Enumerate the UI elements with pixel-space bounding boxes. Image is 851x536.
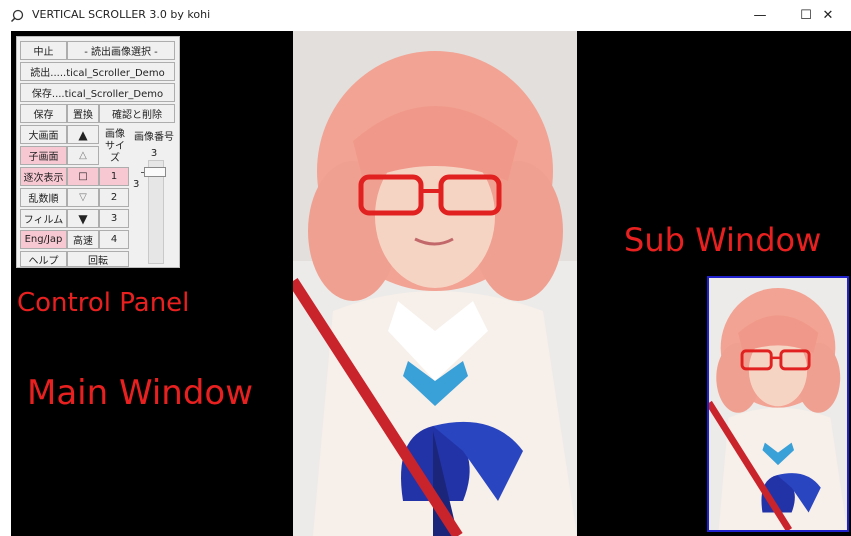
- title-bar: VERTICAL SCROLLER 3.0 by kohi — ☐ ✕: [0, 0, 851, 31]
- random-order-button[interactable]: 乱数順: [20, 188, 67, 207]
- sub-photo-illustration: [709, 278, 847, 530]
- minimize-button[interactable]: —: [737, 0, 783, 31]
- eng-jap-button[interactable]: Eng/Jap: [20, 230, 67, 249]
- confirm-delete-button[interactable]: 確認と削除: [99, 104, 175, 123]
- stop-button[interactable]: 中止: [20, 41, 67, 60]
- main-photo-illustration: [293, 31, 577, 536]
- scroll-down-fast-button[interactable]: ▼: [67, 209, 99, 228]
- replace-button[interactable]: 置換: [67, 104, 99, 123]
- size-4-button[interactable]: 4: [99, 230, 129, 249]
- help-button[interactable]: ヘルプ: [20, 251, 67, 267]
- rotate-button[interactable]: 回転: [67, 251, 129, 267]
- scroll-down-button[interactable]: ▽: [67, 188, 99, 207]
- slider-value: 3: [133, 179, 140, 190]
- read-path-button[interactable]: 読出.....tical_Scroller_Demo: [20, 62, 175, 81]
- stop-scroll-button[interactable]: □: [67, 167, 99, 186]
- save-button[interactable]: 保存: [20, 104, 67, 123]
- image-number-label: 画像番号: [134, 132, 174, 143]
- save-path-button[interactable]: 保存....tical_Scroller_Demo: [20, 83, 175, 102]
- control-panel: 中止 - 読出画像選択 - 読出.....tical_Scroller_Demo…: [16, 36, 180, 268]
- client-area: 中止 - 読出画像選択 - 読出.....tical_Scroller_Demo…: [11, 31, 851, 536]
- magnifier-icon: [10, 9, 24, 23]
- sub-window-image: [707, 276, 849, 532]
- main-window-annotation: Main Window: [27, 373, 254, 413]
- sub-screen-button[interactable]: 子画面: [20, 146, 67, 165]
- sequential-display-button[interactable]: 逐次表示: [20, 167, 67, 186]
- scroll-up-button[interactable]: △: [67, 146, 99, 165]
- close-button[interactable]: ✕: [805, 0, 851, 31]
- slider-thumb[interactable]: [144, 167, 166, 177]
- control-panel-annotation: Control Panel: [17, 288, 190, 318]
- main-window-image: [293, 31, 577, 536]
- size-3-button[interactable]: 3: [99, 209, 129, 228]
- select-read-image-button[interactable]: - 読出画像選択 -: [67, 41, 175, 60]
- image-size-label: 画像サイズ: [105, 129, 125, 164]
- size-1-button[interactable]: 1: [99, 167, 129, 186]
- film-button[interactable]: フィルム: [20, 209, 67, 228]
- sub-window-annotation: Sub Window: [624, 221, 822, 259]
- window-title: VERTICAL SCROLLER 3.0 by kohi: [32, 8, 211, 21]
- large-screen-button[interactable]: 大画面: [20, 125, 67, 144]
- fast-button[interactable]: 高速: [67, 230, 99, 249]
- image-number-value: 3: [150, 148, 158, 159]
- scroll-up-fast-button[interactable]: ▲: [67, 125, 99, 144]
- size-2-button[interactable]: 2: [99, 188, 129, 207]
